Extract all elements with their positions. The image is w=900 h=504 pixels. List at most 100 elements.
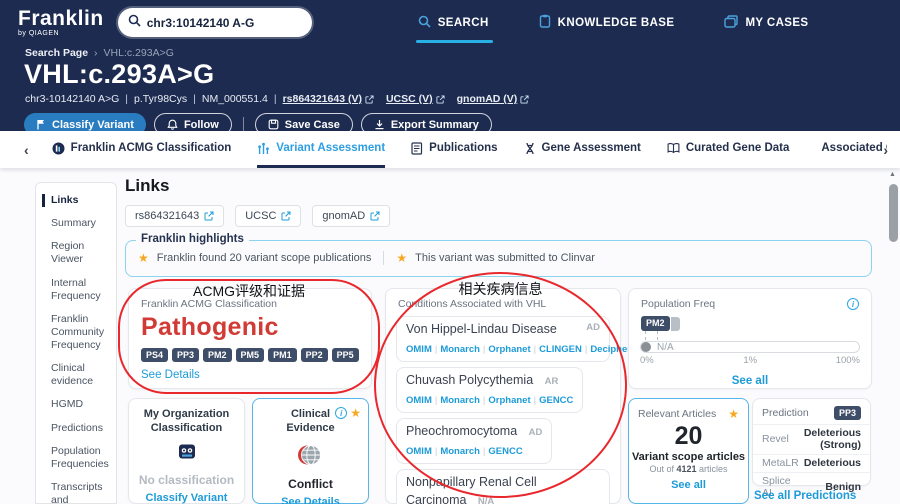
breadcrumb-current: VHL:c.293A>G (104, 47, 174, 59)
search-input[interactable] (147, 16, 297, 30)
tab-gene-assessment[interactable]: Gene Assessment (524, 131, 641, 168)
clinical-evidence-see-details-link[interactable]: See Details (281, 496, 340, 504)
scale-mid: 1% (743, 355, 757, 366)
population-freq-tag-row: PM2 (641, 316, 871, 331)
source-link[interactable]: Orphanet (480, 344, 531, 355)
info-icon[interactable]: i (335, 407, 347, 419)
ucsc-link[interactable]: UCSC (V) (386, 93, 445, 105)
subtitle-links: rs864321643 (V) UCSC (V) gnomAD (V) (283, 93, 530, 105)
condition-item[interactable]: Von Hippel-Lindau Disease AD OMIMMonarch… (396, 316, 610, 362)
source-link[interactable]: OMIM (406, 395, 432, 406)
source-link[interactable]: Monarch (432, 446, 480, 457)
evidence-tag[interactable]: PP2 (301, 348, 328, 362)
chip-ucsc[interactable]: UCSC (235, 205, 301, 227)
tabs-scroll-left-icon[interactable]: ‹ (14, 142, 39, 158)
articles-count: 20 (629, 422, 748, 451)
sidebar-item-summary[interactable]: Summary (42, 217, 110, 230)
chip-rsid[interactable]: rs864321643 (125, 205, 224, 227)
conditions-card: Conditions Associated with VHL Von Hippe… (385, 288, 621, 504)
rsid-link[interactable]: rs864321643 (V) (283, 93, 374, 105)
frequency-slider[interactable]: N/A (640, 341, 860, 353)
content-area: Links Summary Region Viewer Internal Fre… (0, 168, 900, 504)
logo-subtitle: by QIAGEN (18, 30, 104, 37)
star-icon: ★ (350, 406, 361, 420)
sidebar-item-predictions[interactable]: Predictions (42, 422, 110, 435)
source-link[interactable]: CLINGEN (531, 344, 582, 355)
sidebar-item-population-frequencies[interactable]: Population Frequencies (42, 445, 110, 471)
source-link[interactable]: Monarch (432, 395, 480, 406)
hidden-tag-stub (671, 317, 680, 331)
source-link[interactable]: Decipher (582, 344, 631, 355)
tab-publications[interactable]: Publications (411, 131, 497, 168)
conditions-card-label: Conditions Associated with VHL (386, 298, 620, 316)
condition-item[interactable]: Chuvash Polycythemia AR OMIMMonarchOrpha… (396, 367, 583, 413)
star-icon: ★ (728, 407, 739, 421)
app-header: Franklin by QIAGEN SEARCH KNOWLEDGE BASE (0, 0, 900, 131)
source-link[interactable]: OMIM (406, 344, 432, 355)
publications-icon (411, 142, 423, 155)
see-all-predictions-link[interactable]: See all Predictions (754, 490, 856, 502)
organization-emblem-icon (176, 443, 198, 462)
link-chips: rs864321643 UCSC gnomAD (125, 205, 390, 227)
tabs-scroll-right-icon[interactable]: › (873, 131, 898, 168)
subtitle-divider: | (274, 93, 277, 105)
source-link[interactable]: OMIM (406, 446, 432, 457)
nav-my-cases[interactable]: MY CASES (724, 0, 808, 45)
sidebar-item-franklin-community-frequency[interactable]: Franklin Community Frequency (42, 313, 110, 352)
evidence-tag[interactable]: PP3 (172, 348, 199, 362)
variant-search-box[interactable] (118, 8, 312, 37)
tab-curated-gene-data[interactable]: Curated Gene Data (667, 131, 790, 168)
acmg-classification-value: Pathogenic (141, 313, 359, 342)
source-link[interactable]: Monarch (432, 344, 480, 355)
breadcrumb-root[interactable]: Search Page (25, 47, 88, 59)
tab-variant-assessment[interactable]: Variant Assessment (257, 131, 385, 168)
clipboard-icon (539, 14, 551, 31)
evidence-tag[interactable]: PM5 (236, 348, 265, 362)
scrollbar-thumb[interactable] (889, 184, 898, 242)
star-icon: ★ (396, 251, 407, 265)
scroll-up-icon[interactable]: ▲ (889, 171, 896, 178)
chip-gnomad[interactable]: gnomAD (312, 205, 390, 227)
acmg-see-details-link[interactable]: See Details (141, 369, 200, 381)
acmg-evidence-tags: PS4 PP3 PM2 PM5 PM1 PP2 PP5 (141, 348, 359, 362)
conflict-globe-icon (297, 443, 324, 467)
evidence-tag[interactable]: PS4 (141, 348, 168, 362)
prediction-row: MetaLR Deleterious (753, 454, 870, 472)
population-freq-see-all-link[interactable]: See all (732, 375, 768, 387)
tab-franklin-acmg-classification[interactable]: Franklin ACMG Classification (52, 131, 232, 168)
sidebar-item-region-viewer[interactable]: Region Viewer (42, 240, 110, 266)
sidebar-item-transcripts-references[interactable]: Transcripts and References (42, 481, 110, 504)
external-link-icon (436, 95, 445, 104)
nav-knowledge-base[interactable]: KNOWLEDGE BASE (539, 0, 675, 45)
sidebar-item-hgmd[interactable]: HGMD (42, 398, 110, 411)
franklin-logo[interactable]: Franklin by QIAGEN (18, 8, 104, 37)
source-link[interactable]: GENCC (531, 395, 574, 406)
source-link[interactable]: Orphanet (480, 395, 531, 406)
highlight-publications: Franklin found 20 variant scope publicat… (157, 252, 372, 264)
source-link[interactable]: GENCC (480, 446, 523, 457)
clinical-evidence-status: Conflict (253, 477, 368, 491)
gnomad-link[interactable]: gnomAD (V) (457, 93, 530, 105)
nav-search[interactable]: SEARCH (418, 0, 489, 45)
my-organization-card: My Organization Classification No classi… (128, 398, 245, 504)
articles-see-all-link[interactable]: See all (671, 479, 706, 491)
condition-item[interactable]: Pheochromocytoma AD OMIMMonarchGENCC (396, 418, 552, 464)
evidence-tag[interactable]: PP5 (332, 348, 359, 362)
sidebar-item-internal-frequency[interactable]: Internal Frequency (42, 277, 110, 303)
evidence-tag[interactable]: PM2 (203, 348, 232, 362)
my-organization-classify-link[interactable]: Classify Variant (146, 492, 228, 504)
evidence-tag[interactable]: PP3 (834, 406, 861, 420)
nav-search-label: SEARCH (438, 17, 489, 29)
articles-count-label: Variant scope articles (629, 451, 748, 463)
sidebar-item-links[interactable]: Links (42, 194, 110, 207)
protein-change: p.Tyr98Cys (119, 93, 187, 105)
frequency-slider-knob[interactable] (641, 342, 651, 352)
sidebar-item-clinical-evidence[interactable]: Clinical evidence (42, 362, 110, 388)
evidence-tag[interactable]: PM1 (268, 348, 297, 362)
highlights-title: Franklin highlights (136, 233, 249, 245)
condition-item[interactable]: Nonpapillary Renal Cell Carcinoma N/A OM… (396, 469, 610, 504)
highlights-divider (383, 251, 384, 265)
evidence-tag[interactable]: PM2 (641, 316, 670, 331)
info-icon[interactable]: i (847, 298, 859, 310)
clinical-evidence-card: i ★ Clinical Evidence Conflict See Detai… (252, 398, 369, 504)
